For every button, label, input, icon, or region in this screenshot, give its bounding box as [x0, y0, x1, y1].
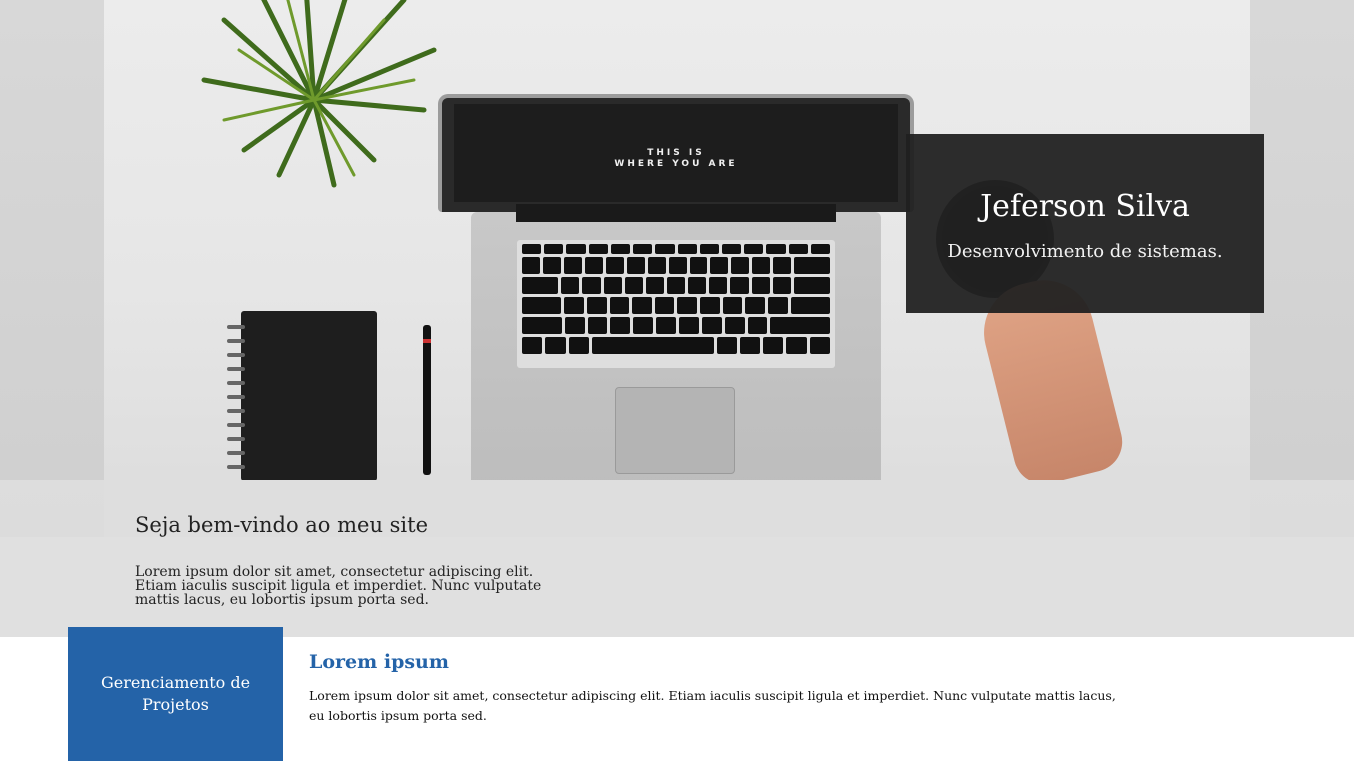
site-owner-name: Jeferson Silva: [980, 189, 1190, 224]
hero-background-left: [0, 0, 104, 537]
feature-card-label: Gerenciamento de Projetos: [100, 673, 251, 714]
hero-background-right: [1250, 0, 1354, 537]
plant-image: [201, 0, 437, 188]
screen-text-line2: WHERE YOU ARE: [614, 159, 738, 169]
screen-text-line1: THIS IS: [647, 148, 705, 158]
welcome-section: [0, 480, 1354, 637]
feature-card-project-management[interactable]: Gerenciamento de Projetos: [68, 627, 283, 761]
laptop-trackpad: [615, 387, 735, 474]
hero-section: THIS IS WHERE YOU ARE Jeferson Silva Des…: [0, 0, 1354, 537]
welcome-heading: Seja bem-vindo ao meu site: [135, 513, 429, 537]
pen-image: [423, 325, 431, 475]
feature-paragraph: Lorem ipsum dolor sit amet, consectetur …: [309, 688, 1116, 723]
feature-heading: Lorem ipsum: [309, 651, 449, 673]
site-tagline: Desenvolvimento de sistemas.: [947, 241, 1223, 262]
hero-title-card: Jeferson Silva Desenvolvimento de sistem…: [906, 134, 1264, 313]
laptop-hinge: [516, 204, 836, 222]
laptop-keyboard: [517, 240, 835, 368]
laptop-screen: THIS IS WHERE YOU ARE: [454, 104, 898, 202]
welcome-paragraph: Lorem ipsum dolor sit amet, consectetur …: [135, 564, 542, 608]
notebook-image: [227, 311, 377, 480]
